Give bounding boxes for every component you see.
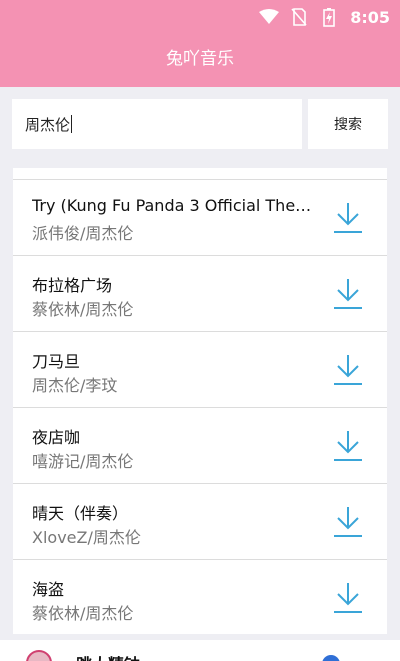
search-button[interactable]: 搜索: [308, 99, 388, 149]
song-title: 刀马旦: [32, 352, 81, 371]
song-artist: 蔡依林/周杰伦: [32, 300, 134, 319]
search-input-value: 周杰伦: [25, 115, 71, 134]
search-row: 周杰伦 搜索: [12, 99, 388, 149]
song-artist: 派伟俊/周杰伦: [32, 224, 134, 243]
song-artist: XloveZ/周杰伦: [32, 528, 141, 547]
song-title: 布拉格广场: [32, 276, 113, 295]
song-artist: 嘻游记/周杰伦: [32, 452, 134, 471]
player-bar[interactable]: [0, 640, 400, 661]
song-list-item[interactable]: Try (Kung Fu Panda 3 Official Theme Song…: [13, 180, 387, 256]
text-caret: [71, 115, 73, 133]
status-time: 8:05: [350, 7, 390, 27]
no-sim-icon: [288, 6, 310, 28]
download-icon[interactable]: [332, 429, 364, 463]
song-title: 晴天（伴奏）: [32, 504, 129, 523]
search-input[interactable]: 周杰伦: [12, 99, 302, 149]
app-title: 兔吖音乐: [166, 49, 234, 69]
battery-charging-icon: [318, 6, 340, 28]
song-title: 夜店咖: [32, 428, 81, 447]
search-results-list[interactable]: Try (Kung Fu Panda 3 Official Theme Song…: [13, 168, 387, 634]
wifi-icon: [258, 6, 280, 28]
song-list-item[interactable]: 布拉格广场蔡依林/周杰伦: [13, 256, 387, 332]
song-artist: 蔡依林/周杰伦: [32, 604, 134, 623]
download-icon[interactable]: [332, 353, 364, 387]
song-list-item[interactable]: 海盗蔡依林/周杰伦: [13, 560, 387, 634]
download-icon[interactable]: [332, 505, 364, 539]
download-icon[interactable]: [332, 581, 364, 615]
song-title: Try (Kung Fu Panda 3 Official Theme Song…: [32, 196, 317, 215]
download-icon[interactable]: [332, 201, 364, 235]
now-playing-title: 跳大精钟: [76, 651, 140, 661]
song-list-item[interactable]: 夜店咖嘻游记/周杰伦: [13, 408, 387, 484]
download-icon[interactable]: [332, 277, 364, 311]
song-list-item[interactable]: 刀马旦周杰伦/李玟: [13, 332, 387, 408]
song-list-item[interactable]: 晴天（伴奏） XloveZ/周杰伦: [13, 484, 387, 560]
song-title: 海盗: [32, 580, 65, 599]
song-artist: 周杰伦/李玟: [32, 376, 118, 395]
status-bar: 8:05: [0, 0, 400, 34]
